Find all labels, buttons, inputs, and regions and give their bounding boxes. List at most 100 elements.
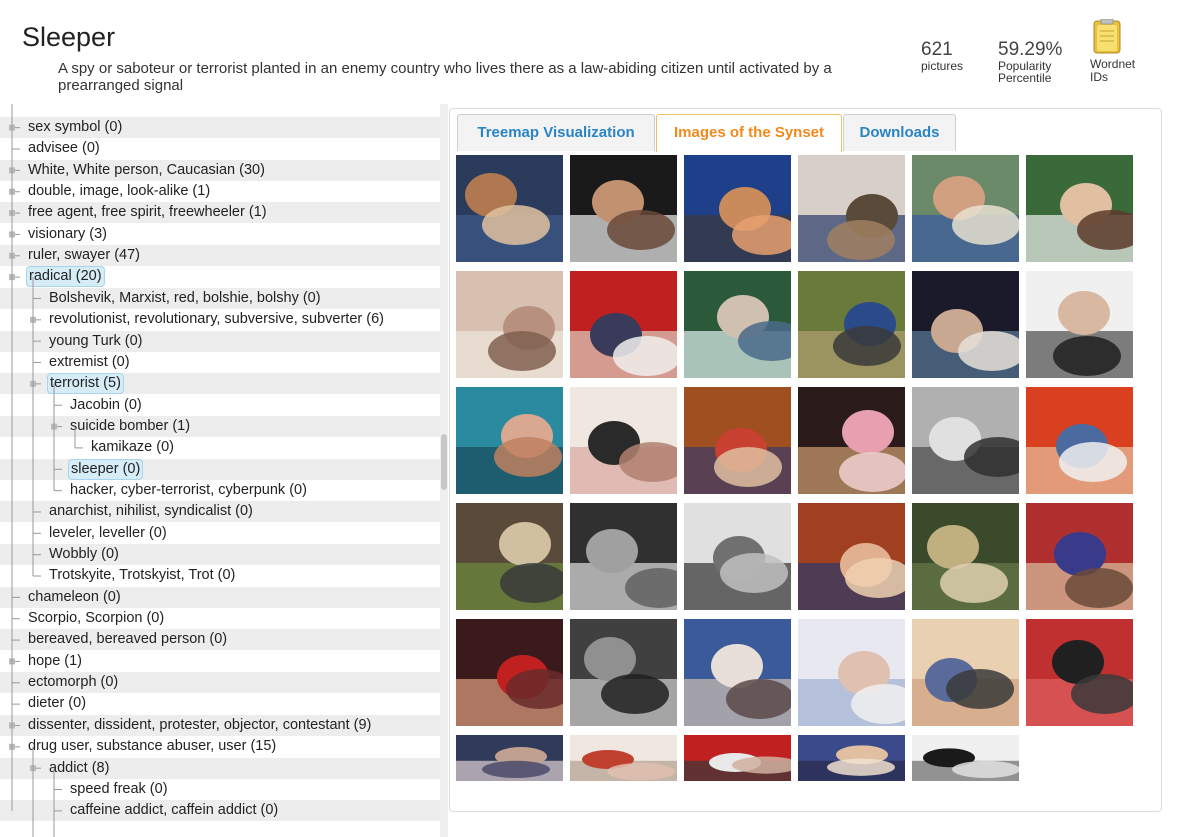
synset-image-thumbnail[interactable] <box>912 619 1019 726</box>
tree-row[interactable]: extremist (0) <box>0 352 440 373</box>
tree-row[interactable] <box>0 104 440 117</box>
tree-row[interactable]: free agent, free spirit, freewheeler (1) <box>0 202 440 224</box>
tree-row[interactable]: Jacobin (0) <box>0 395 440 416</box>
synset-image-thumbnail[interactable] <box>456 503 563 610</box>
tree-row[interactable]: bereaved, bereaved person (0) <box>0 629 440 651</box>
tab-treemap-visualization[interactable]: Treemap Visualization <box>457 114 655 151</box>
tree-item-label[interactable]: revolutionist, revolutionary, subversive… <box>47 309 386 330</box>
tree-item-label[interactable]: dieter (0) <box>26 693 88 714</box>
synset-image-thumbnail[interactable] <box>1026 155 1133 262</box>
tree-item-label[interactable]: leveler, leveller (0) <box>47 523 169 544</box>
tree-item-label[interactable]: caffeine addict, caffein addict (0) <box>68 800 280 821</box>
synset-image-thumbnail[interactable] <box>570 619 677 726</box>
tree-item-label[interactable]: chameleon (0) <box>26 587 123 608</box>
synset-image-thumbnail[interactable] <box>912 735 1019 781</box>
tree-item-label[interactable]: ruler, swayer (47) <box>26 245 142 266</box>
tree-row[interactable]: kamikaze (0) <box>0 437 440 458</box>
tree-item-label[interactable]: hope (1) <box>26 651 84 672</box>
tab-downloads[interactable]: Downloads <box>843 114 956 151</box>
tree-row[interactable]: ectomorph (0) <box>0 672 440 694</box>
synset-image-thumbnail[interactable] <box>570 271 677 378</box>
tree-row[interactable]: White, White person, Caucasian (30) <box>0 159 440 181</box>
tree-row[interactable]: addict (8) <box>0 757 440 779</box>
tree-item-label[interactable]: anarchist, nihilist, syndicalist (0) <box>47 501 255 522</box>
synset-image-thumbnail[interactable] <box>570 155 677 262</box>
tree-item-label[interactable]: double, image, look-alike (1) <box>26 181 212 202</box>
tree-item-label[interactable]: sex symbol (0) <box>26 117 124 138</box>
tree-item-label[interactable]: speed freak (0) <box>68 779 170 800</box>
tree-item-label[interactable]: hacker, cyber-terrorist, cyberpunk (0) <box>68 480 309 501</box>
synset-image-thumbnail[interactable] <box>684 155 791 262</box>
tree-item-label[interactable]: free agent, free spirit, freewheeler (1) <box>26 202 269 223</box>
tree-row[interactable]: visionary (3) <box>0 224 440 245</box>
tree-item-label[interactable]: suicide bomber (1) <box>68 416 192 437</box>
tree-row[interactable]: leveler, leveller (0) <box>0 523 440 544</box>
synset-image-thumbnail[interactable] <box>570 387 677 494</box>
tree-item-label[interactable]: Jacobin (0) <box>68 395 144 416</box>
tree-row[interactable]: dieter (0) <box>0 693 440 714</box>
tree-item-label[interactable]: visionary (3) <box>26 224 109 245</box>
synset-image-thumbnail[interactable] <box>456 271 563 378</box>
synset-image-thumbnail[interactable] <box>456 735 563 781</box>
synset-image-thumbnail[interactable] <box>456 387 563 494</box>
synset-image-thumbnail[interactable] <box>456 155 563 262</box>
tree-row[interactable]: revolutionist, revolutionary, subversive… <box>0 309 440 330</box>
synset-image-thumbnail[interactable] <box>1026 619 1133 726</box>
tree-row[interactable]: Scorpio, Scorpion (0) <box>0 608 440 629</box>
tree-row[interactable]: terrorist (5) <box>0 373 440 395</box>
tree-item-label[interactable]: ectomorph (0) <box>26 672 120 693</box>
tree-item-label[interactable]: advisee (0) <box>26 138 102 159</box>
tree-scrollbar[interactable] <box>440 104 448 837</box>
synset-image-thumbnail[interactable] <box>912 271 1019 378</box>
synset-image-thumbnail[interactable] <box>798 271 905 378</box>
tree-row[interactable]: drug user, substance abuser, user (15) <box>0 736 440 757</box>
tree-item-label[interactable]: sleeper (0) <box>68 458 144 480</box>
tree-item-label[interactable]: kamikaze (0) <box>89 437 176 458</box>
tree-row[interactable]: hope (1) <box>0 651 440 672</box>
tree-row[interactable]: sex symbol (0) <box>0 117 440 138</box>
tree-row[interactable]: Trotskyite, Trotskyist, Trot (0) <box>0 565 440 586</box>
tree-row[interactable]: double, image, look-alike (1) <box>0 181 440 202</box>
tree-row[interactable]: Bolshevik, Marxist, red, bolshie, bolshy… <box>0 287 440 309</box>
tree-item-label[interactable]: bereaved, bereaved person (0) <box>26 629 229 650</box>
tree-row[interactable]: speed freak (0) <box>0 779 440 800</box>
synset-image-thumbnail[interactable] <box>1026 387 1133 494</box>
synset-image-thumbnail[interactable] <box>570 503 677 610</box>
tree-row[interactable]: radical (20) <box>0 266 440 288</box>
tree-item-label[interactable]: Trotskyite, Trotskyist, Trot (0) <box>47 565 237 586</box>
tree-row[interactable]: suicide bomber (1) <box>0 415 440 437</box>
synset-image-thumbnail[interactable] <box>684 387 791 494</box>
synset-image-thumbnail[interactable] <box>684 271 791 378</box>
tree-row[interactable]: caffeine addict, caffein addict (0) <box>0 800 440 822</box>
tree-item-label[interactable]: young Turk (0) <box>47 331 145 352</box>
tree-scrollbar-thumb[interactable] <box>441 434 447 490</box>
tree-row[interactable]: anarchist, nihilist, syndicalist (0) <box>0 501 440 523</box>
synset-image-thumbnail[interactable] <box>912 155 1019 262</box>
tree-row[interactable]: young Turk (0) <box>0 330 440 352</box>
tree-item-label[interactable]: drug user, substance abuser, user (15) <box>26 736 278 757</box>
synset-image-thumbnail[interactable] <box>798 735 905 781</box>
synset-image-thumbnail[interactable] <box>456 619 563 726</box>
synset-image-thumbnail[interactable] <box>798 503 905 610</box>
synset-image-thumbnail[interactable] <box>1026 503 1133 610</box>
synset-image-thumbnail[interactable] <box>684 735 791 781</box>
tree-row[interactable]: hacker, cyber-terrorist, cyberpunk (0) <box>0 480 440 501</box>
synset-image-thumbnail[interactable] <box>570 735 677 781</box>
tree-row[interactable]: advisee (0) <box>0 138 440 159</box>
synset-image-thumbnail[interactable] <box>798 619 905 726</box>
tree-row[interactable]: chameleon (0) <box>0 586 440 608</box>
synset-image-thumbnail[interactable] <box>912 503 1019 610</box>
tree-item-label[interactable]: Scorpio, Scorpion (0) <box>26 608 166 629</box>
synset-image-thumbnail[interactable] <box>798 387 905 494</box>
wordnet-ids-link[interactable]: Wordnet IDs <box>1090 18 1150 83</box>
tree-row[interactable]: Wobbly (0) <box>0 544 440 565</box>
tree-item-label[interactable]: addict (8) <box>47 758 111 779</box>
synset-image-thumbnail[interactable] <box>912 387 1019 494</box>
tree-item-label[interactable]: Bolshevik, Marxist, red, bolshie, bolshy… <box>47 288 323 309</box>
tree-row[interactable]: ruler, swayer (47) <box>0 245 440 267</box>
synset-image-thumbnail[interactable] <box>1026 271 1133 378</box>
tree-item-label[interactable]: Wobbly (0) <box>47 544 121 565</box>
tree-row[interactable]: sleeper (0) <box>0 458 440 480</box>
tree-item-label[interactable]: radical (20) <box>26 266 105 288</box>
tree-item-label[interactable]: White, White person, Caucasian (30) <box>26 160 267 181</box>
